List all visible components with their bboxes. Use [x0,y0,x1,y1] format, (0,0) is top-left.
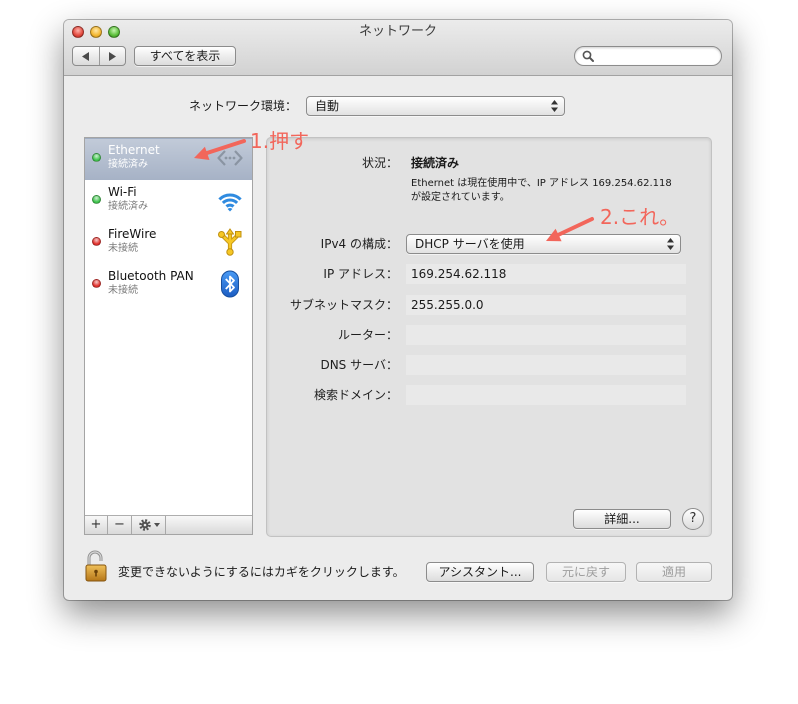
service-item-wifi[interactable]: Wi-Fi 接続済み [85,180,252,222]
back-button[interactable] [73,47,100,65]
popup-arrows-icon [551,100,558,112]
subnet-mask-value: 255.255.0.0 [411,298,484,312]
service-status: 接続済み [108,201,148,212]
revert-button[interactable]: 元に戻す [546,562,626,582]
subnet-mask-label: サブネットマスク： [289,298,398,312]
service-item-ethernet[interactable]: Ethernet 接続済み [85,138,252,180]
lock-hint-text: 変更できないようにするにはカギをクリックします。 [118,565,405,579]
remove-service-button[interactable]: − [108,516,132,534]
service-item-bluetooth-pan[interactable]: Bluetooth PAN 未接続 [85,264,252,306]
ip-address-value: 169.254.62.118 [411,267,507,281]
search-domain-field [406,385,686,405]
search-icon [582,50,594,62]
assistant-button[interactable]: アシスタント... [426,562,534,582]
ipv4-config-popup[interactable]: DHCP サーバを使用 [406,234,681,254]
status-dot [92,279,101,288]
service-name: Ethernet [108,143,160,157]
status-value: 接続済み [411,156,460,170]
dns-server-field [406,355,686,375]
location-popup[interactable]: 自動 [306,96,565,116]
forward-button[interactable] [100,47,126,65]
router-field [406,325,686,345]
back-forward-control [72,46,126,66]
gear-icon [139,519,151,531]
service-name: FireWire [108,227,157,241]
service-list: Ethernet 接続済み Wi-Fi 接続済み FireWire 未接続 Bl… [84,137,253,535]
status-label: 状況： [361,156,398,170]
service-status: 接続済み [108,159,148,170]
ipv4-config-value: DHCP サーバを使用 [415,237,525,251]
service-item-firewire[interactable]: FireWire 未接続 [85,222,252,264]
status-dot [92,153,101,162]
status-description-line-1: Ethernet は現在使用中で、IP アドレス 169.254.62.118 [411,178,672,189]
service-status: 未接続 [108,285,138,296]
status-dot [92,195,101,204]
status-description-line-2: が設定されています。 [411,192,510,203]
search-field[interactable] [574,46,722,66]
service-list-toolbar: + − [85,515,252,534]
service-name: Bluetooth PAN [108,269,194,283]
ipv4-config-label: IPv4 の構成： [320,237,398,251]
location-label: ネットワーク環境： [188,99,297,113]
chevron-right-icon [109,51,117,61]
apply-button[interactable]: 適用 [636,562,712,582]
service-detail-panel: 状況： 接続済み Ethernet は現在使用中で、IP アドレス 169.25… [266,137,712,537]
show-all-button[interactable]: すべてを表示 [134,46,236,66]
wifi-icon [218,193,242,212]
service-name: Wi-Fi [108,185,137,199]
window-title: ネットワーク [358,24,437,39]
location-value: 自動 [315,99,340,113]
ethernet-icon [217,150,243,166]
ip-address-label: IP アドレス： [323,267,398,281]
router-label: ルーター： [337,328,398,342]
popup-arrows-icon [667,238,674,250]
chevron-down-icon [154,523,160,527]
help-button[interactable]: ? [682,508,704,530]
title-toolbar: ネットワーク すべてを表示 [64,20,732,76]
service-status: 未接続 [108,243,138,254]
status-dot [92,237,101,246]
add-service-button[interactable]: + [85,516,108,534]
chevron-left-icon [81,51,89,61]
network-preferences-window: ネットワーク すべてを表示 ネットワーク環境： 自動 Ethernet 接続済み… [64,20,732,600]
unlocked-padlock-icon[interactable] [84,550,110,582]
dns-server-label: DNS サーバ： [320,358,398,372]
advanced-button[interactable]: 詳細... [573,509,671,529]
action-menu-button[interactable] [132,516,166,534]
bluetooth-icon [221,270,239,298]
firewire-icon [218,228,242,256]
search-domain-label: 検索ドメイン： [313,388,398,402]
